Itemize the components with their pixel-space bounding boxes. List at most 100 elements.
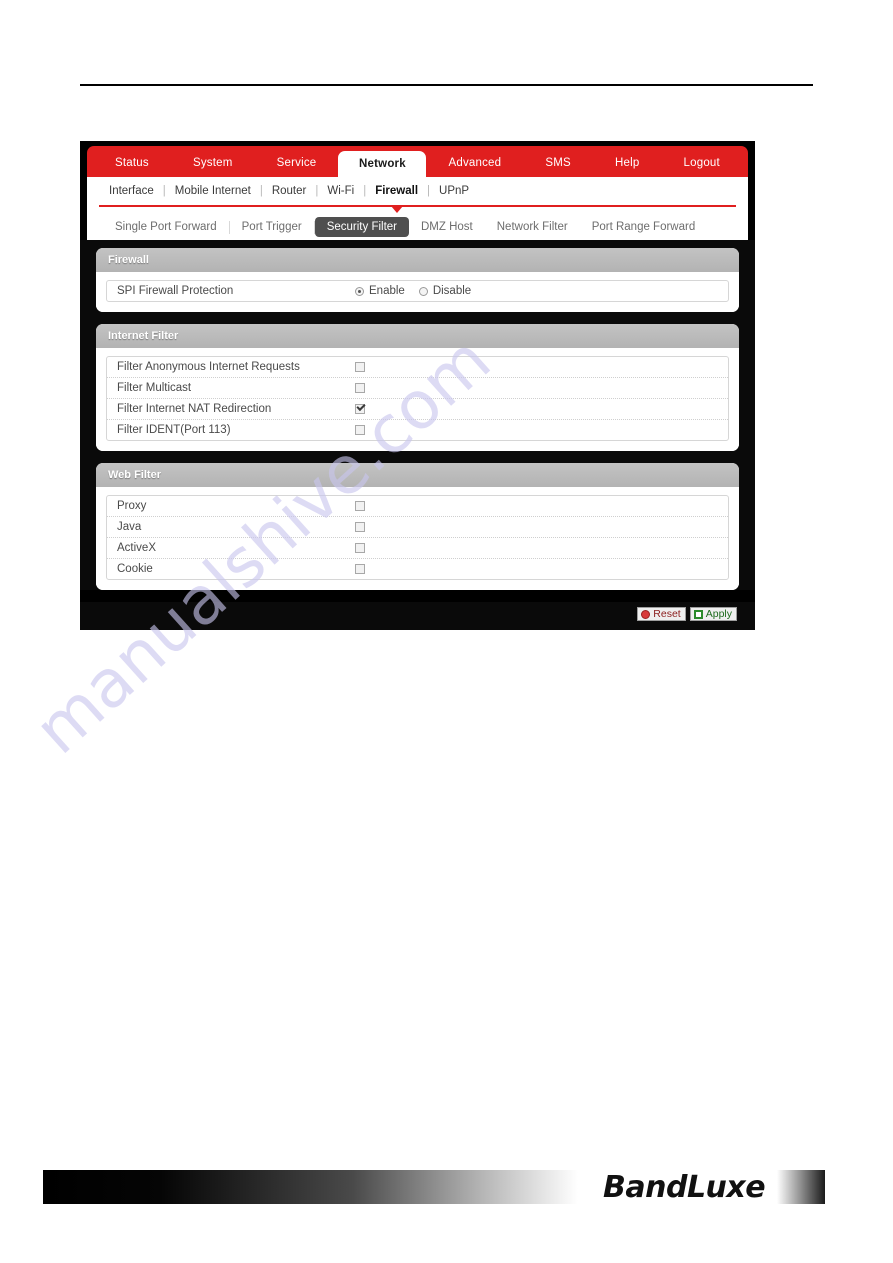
tab-security-filter[interactable]: Security Filter bbox=[314, 217, 409, 237]
tab-bar: Single Port Forward Port Trigger Security … bbox=[87, 214, 748, 240]
settings-row-control bbox=[355, 404, 365, 414]
sub-nav-item-upnp[interactable]: UPnP bbox=[439, 185, 469, 197]
panel-title: Web Filter bbox=[96, 463, 739, 487]
sub-nav-separator: | bbox=[427, 184, 431, 197]
settings-row: ActiveX bbox=[107, 538, 728, 559]
settings-row: Proxy bbox=[107, 496, 728, 517]
reset-icon bbox=[641, 609, 651, 619]
panel-body: SPI Firewall Protection Enable Disable bbox=[96, 272, 739, 312]
settings-row: Cookie bbox=[107, 559, 728, 579]
main-nav-item-help[interactable]: Help bbox=[593, 149, 662, 177]
panel-body: Filter Anonymous Internet Requests Filter… bbox=[96, 348, 739, 451]
checkbox-proxy[interactable] bbox=[355, 501, 365, 511]
bandluxe-logo: BandLuxe bbox=[603, 1169, 766, 1205]
radio-option-label: Enable bbox=[369, 285, 405, 297]
apply-button-label: Apply bbox=[705, 607, 732, 620]
settings-row: Filter Anonymous Internet Requests bbox=[107, 357, 728, 378]
panel-rows: Proxy Java ActiveX Cookie bbox=[106, 495, 729, 580]
settings-row-label: ActiveX bbox=[117, 542, 156, 554]
sub-nav-item-firewall[interactable]: Firewall bbox=[375, 185, 418, 197]
main-nav-item-system[interactable]: System bbox=[171, 149, 255, 177]
panel-rows: Filter Anonymous Internet Requests Filter… bbox=[106, 356, 729, 441]
settings-row-label: Java bbox=[117, 521, 142, 533]
panel-internet-filter: Internet Filter Filter Anonymous Internet… bbox=[96, 324, 739, 451]
settings-row-label: Cookie bbox=[117, 563, 153, 575]
settings-row: SPI Firewall Protection Enable Disable bbox=[107, 281, 728, 301]
main-nav-item-status[interactable]: Status bbox=[93, 149, 171, 177]
sub-nav-separator: | bbox=[162, 184, 166, 197]
settings-row-control bbox=[355, 383, 365, 393]
apply-icon bbox=[693, 609, 703, 619]
panel-rows: SPI Firewall Protection Enable Disable bbox=[106, 280, 729, 302]
page-top-rule bbox=[80, 84, 813, 86]
sub-navigation-area: Interface | Mobile Internet | Router | Wi-Fi | F… bbox=[87, 177, 748, 240]
settings-row: Java bbox=[107, 517, 728, 538]
settings-row-control bbox=[355, 522, 365, 532]
panel-firewall: Firewall SPI Firewall Protection Enable Dis… bbox=[96, 248, 739, 312]
sub-nav-item-router[interactable]: Router bbox=[272, 185, 307, 197]
settings-row: Filter Internet NAT Redirection bbox=[107, 399, 728, 420]
settings-row-control bbox=[355, 362, 365, 372]
settings-row-label: Filter Internet NAT Redirection bbox=[117, 403, 272, 415]
checkbox-activex[interactable] bbox=[355, 543, 365, 553]
action-bar: Reset Apply bbox=[80, 602, 755, 630]
radio-option-label: Disable bbox=[432, 285, 472, 297]
tab-dmz-host[interactable]: DMZ Host bbox=[409, 217, 485, 237]
tab-port-range-forward[interactable]: Port Range Forward bbox=[580, 217, 708, 237]
checkbox-filter-multicast[interactable] bbox=[355, 383, 365, 393]
content-area: Firewall SPI Firewall Protection Enable Dis… bbox=[80, 240, 755, 590]
sub-nav-item-mobile-internet[interactable]: Mobile Internet bbox=[175, 185, 251, 197]
footer-brand-bar: BandLuxe bbox=[43, 1169, 825, 1205]
sub-nav-separator: | bbox=[363, 184, 367, 197]
tab-single-port-forward[interactable]: Single Port Forward bbox=[103, 217, 229, 237]
radio-enable-icon[interactable] bbox=[355, 286, 364, 296]
settings-row: Filter IDENT(Port 113) bbox=[107, 420, 728, 440]
radio-group: Enable Disable bbox=[355, 285, 471, 297]
main-nav-item-sms[interactable]: SMS bbox=[523, 149, 593, 177]
panel-title: Internet Filter bbox=[96, 324, 739, 348]
settings-row-control bbox=[355, 425, 365, 435]
settings-row-control bbox=[355, 543, 365, 553]
sub-navigation: Interface | Mobile Internet | Router | Wi-Fi | F… bbox=[87, 177, 748, 204]
main-nav-item-logout[interactable]: Logout bbox=[662, 149, 742, 177]
main-navigation: Status System Service Network Advanced SMS Hel… bbox=[87, 146, 748, 177]
active-section-indicator bbox=[87, 204, 748, 214]
panel-body: Proxy Java ActiveX Cookie bbox=[96, 487, 739, 590]
settings-row-label: SPI Firewall Protection bbox=[117, 285, 234, 297]
settings-row-label: Filter IDENT(Port 113) bbox=[117, 424, 231, 436]
checkbox-filter-anonymous-internet-requests[interactable] bbox=[355, 362, 365, 372]
settings-row-control bbox=[355, 564, 365, 574]
main-nav-item-network[interactable]: Network bbox=[338, 151, 427, 177]
settings-row-label: Proxy bbox=[117, 500, 147, 512]
settings-row-label: Filter Anonymous Internet Requests bbox=[117, 361, 300, 373]
radio-option-disable[interactable]: Disable bbox=[418, 285, 472, 297]
checkbox-java[interactable] bbox=[355, 522, 365, 532]
checkbox-filter-internet-nat-redirection[interactable] bbox=[355, 404, 365, 414]
footer-gradient-left bbox=[43, 1170, 578, 1204]
settings-row-label: Filter Multicast bbox=[117, 382, 192, 394]
settings-row: Filter Multicast bbox=[107, 378, 728, 399]
red-underline bbox=[99, 205, 736, 207]
tab-port-trigger[interactable]: Port Trigger bbox=[230, 217, 314, 237]
settings-row-control bbox=[355, 501, 365, 511]
checkbox-filter-ident-port-113-[interactable] bbox=[355, 425, 365, 435]
tab-network-filter[interactable]: Network Filter bbox=[485, 217, 580, 237]
checkbox-cookie[interactable] bbox=[355, 564, 365, 574]
reset-button[interactable]: Reset bbox=[637, 606, 686, 622]
radio-option-enable[interactable]: Enable bbox=[355, 285, 405, 297]
sub-nav-separator: | bbox=[259, 184, 263, 197]
apply-button[interactable]: Apply bbox=[689, 606, 737, 622]
main-nav-item-advanced[interactable]: Advanced bbox=[426, 149, 523, 177]
red-arrow-icon bbox=[391, 206, 403, 213]
reset-button-label: Reset bbox=[653, 607, 681, 620]
sub-nav-item-wi-fi[interactable]: Wi-Fi bbox=[327, 185, 354, 197]
router-admin-ui: Status System Service Network Advanced SMS Hel… bbox=[80, 141, 755, 630]
settings-row-control: Enable Disable bbox=[355, 285, 471, 297]
sub-nav-separator: | bbox=[315, 184, 319, 197]
panel-web-filter: Web Filter Proxy Java ActiveX Cookie bbox=[96, 463, 739, 590]
sub-nav-item-interface[interactable]: Interface bbox=[109, 185, 154, 197]
main-nav-item-service[interactable]: Service bbox=[255, 149, 339, 177]
panel-title: Firewall bbox=[96, 248, 739, 272]
footer-gradient-right bbox=[777, 1170, 825, 1204]
radio-disable-icon[interactable] bbox=[418, 286, 428, 296]
